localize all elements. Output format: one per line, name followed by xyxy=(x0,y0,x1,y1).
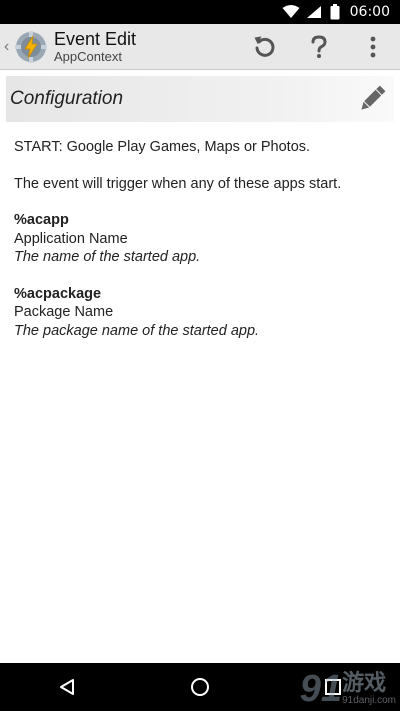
edit-configuration-button[interactable] xyxy=(350,76,394,122)
variable-item: %acapp Application Name The name of the … xyxy=(14,211,390,267)
variable-label: Application Name xyxy=(14,230,128,247)
variable-name: %acapp xyxy=(14,212,69,228)
refresh-button[interactable] xyxy=(238,24,292,70)
lte-label: LTE xyxy=(307,4,319,10)
event-description: START: Google Play Games, Maps or Photos… xyxy=(14,138,390,358)
action-bar-title: Event Edit xyxy=(54,28,137,49)
action-bar-subtitle: AppContext xyxy=(54,48,122,64)
refresh-icon xyxy=(254,35,275,57)
cell-signal-icon: LTE xyxy=(306,4,324,19)
configuration-header: Configuration xyxy=(6,76,394,122)
variable-label: Package Name xyxy=(14,304,114,320)
nav-home-button[interactable] xyxy=(170,663,230,711)
wifi-icon xyxy=(282,5,300,18)
chevron-left-icon: ‹ xyxy=(4,37,10,55)
status-clock: 06:00 xyxy=(349,4,390,20)
help-icon xyxy=(311,34,327,58)
trigger-line: The event will trigger when any of these… xyxy=(14,175,342,192)
battery-icon xyxy=(330,4,340,20)
variable-item: %acpackage Package Name The package name… xyxy=(14,285,390,341)
variable-description: The package name of the started app. xyxy=(14,322,260,339)
overflow-menu-button[interactable] xyxy=(346,24,400,70)
home-circle-icon xyxy=(190,678,209,696)
overflow-menu-icon xyxy=(370,36,376,57)
nav-recents-button[interactable] xyxy=(303,663,363,711)
back-triangle-icon xyxy=(59,679,74,695)
system-nav-bar: 91 游戏 91danji.com xyxy=(0,663,400,711)
pencil-icon xyxy=(361,85,386,110)
action-bar: ‹ Event Edit AppContext xyxy=(0,24,400,70)
status-bar: LTE 06:00 xyxy=(0,0,400,24)
action-bar-titles: Event Edit AppContext xyxy=(54,29,136,65)
tasker-app-icon xyxy=(15,30,47,63)
nav-back-button[interactable] xyxy=(37,663,97,711)
start-line: START: Google Play Games, Maps or Photos… xyxy=(14,139,311,155)
section-title: Configuration xyxy=(10,88,124,109)
action-bar-actions xyxy=(238,24,400,70)
up-navigation[interactable]: ‹ xyxy=(0,24,48,70)
help-button[interactable] xyxy=(292,24,346,70)
variable-name: %acpackage xyxy=(14,285,102,302)
variable-description: The name of the started app. xyxy=(14,249,201,265)
recents-square-icon xyxy=(325,679,342,695)
